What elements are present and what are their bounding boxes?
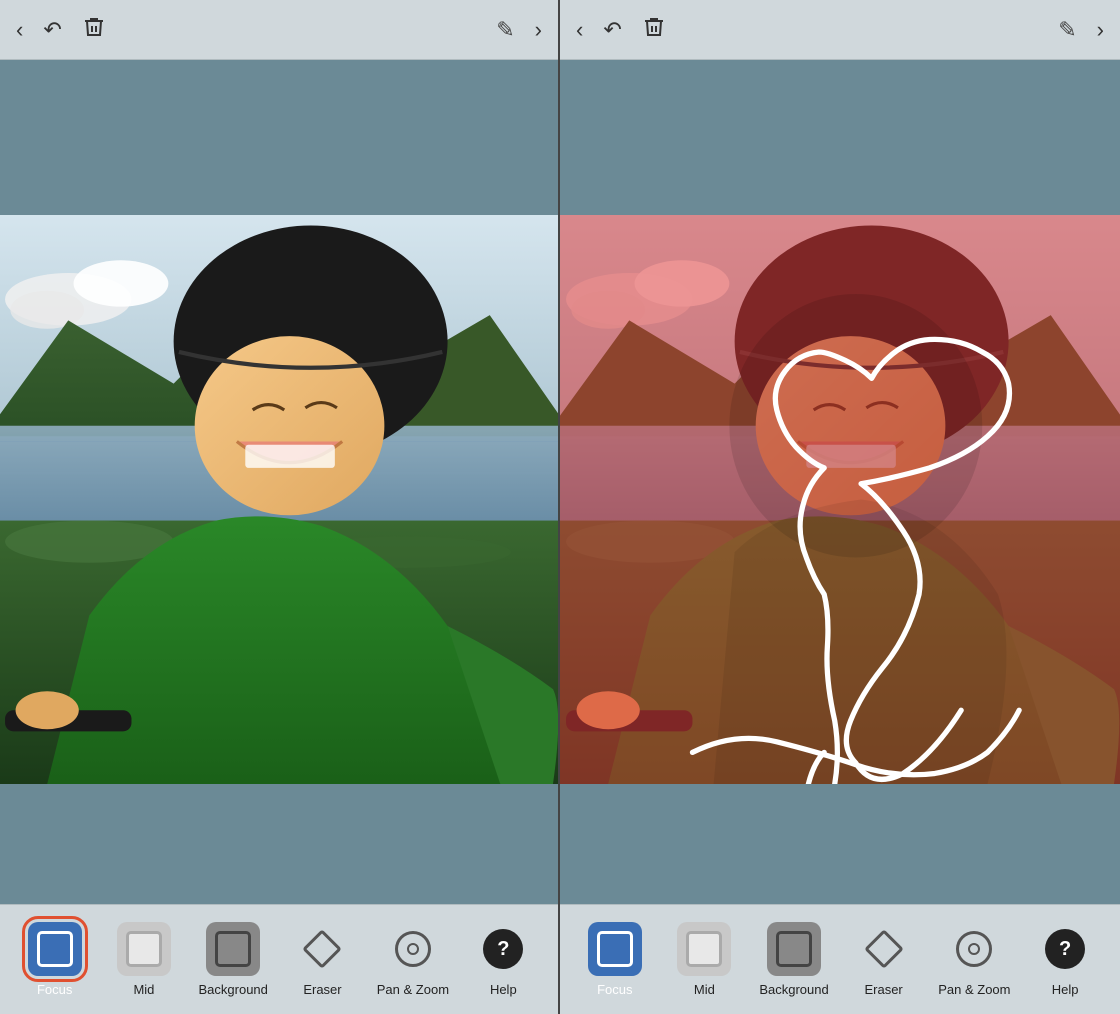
right-background-icon-wrap: [767, 922, 821, 976]
right-back-icon[interactable]: ‹: [576, 17, 583, 43]
right-tool-background[interactable]: Background: [759, 922, 829, 997]
left-mid-square-icon: [126, 931, 162, 967]
left-mid-icon-wrap: [117, 922, 171, 976]
left-help-icon-wrap: ?: [476, 922, 530, 976]
left-mid-label: Mid: [133, 982, 154, 997]
right-mid-icon-wrap: [677, 922, 731, 976]
left-panel: ‹ ↶ ✎ ›: [0, 0, 560, 1014]
right-panzoom-inner-icon: [968, 943, 980, 955]
right-tool-mid[interactable]: Mid: [669, 922, 739, 997]
left-eraser-diamond-icon: [304, 931, 340, 967]
left-toolbar: ‹ ↶ ✎ ›: [0, 0, 558, 60]
right-tool-help[interactable]: ? Help: [1030, 922, 1100, 997]
right-help-icon-wrap: ?: [1038, 922, 1092, 976]
left-pencil-icon[interactable]: ✎: [496, 17, 514, 43]
left-photo-scene: [0, 215, 558, 784]
right-bottom-area: [560, 784, 1120, 904]
left-help-label: Help: [490, 982, 517, 997]
right-focus-label: Focus: [597, 982, 632, 997]
right-panzoom-label: Pan & Zoom: [938, 982, 1010, 997]
left-tool-focus[interactable]: Focus: [20, 922, 90, 997]
right-background-label: Background: [759, 982, 828, 997]
right-tool-focus[interactable]: Focus: [580, 922, 650, 997]
right-tool-panzoom[interactable]: Pan & Zoom: [938, 922, 1010, 997]
left-trash-icon[interactable]: [82, 15, 106, 45]
right-help-label: Help: [1052, 982, 1079, 997]
right-focus-square-icon: [597, 931, 633, 967]
left-tool-eraser[interactable]: Eraser: [287, 922, 357, 997]
left-undo-icon[interactable]: ↶: [43, 17, 61, 43]
left-eraser-icon-wrap: [295, 922, 349, 976]
right-tool-eraser[interactable]: Eraser: [849, 922, 919, 997]
left-scene-svg: [0, 215, 558, 784]
right-eraser-icon-wrap: [857, 922, 911, 976]
left-background-icon-wrap: [206, 922, 260, 976]
right-trash-icon[interactable]: [642, 15, 666, 45]
right-toolbar-right: ✎ ›: [1058, 17, 1104, 43]
left-panzoom-label: Pan & Zoom: [377, 982, 449, 997]
right-panzoom-circle-icon: [956, 931, 992, 967]
right-bottom-toolbar: Focus Mid Background Eraser: [560, 904, 1120, 1014]
right-background-square-icon: [776, 931, 812, 967]
right-photo-scene: [560, 215, 1120, 784]
left-eraser-shape: [303, 929, 343, 969]
left-focus-label: Focus: [37, 982, 72, 997]
right-forward-icon[interactable]: ›: [1097, 17, 1104, 43]
left-toolbar-left: ‹ ↶: [16, 15, 106, 45]
left-tool-help[interactable]: ? Help: [468, 922, 538, 997]
left-focus-square-icon: [37, 931, 73, 967]
left-toolbar-right: ✎ ›: [496, 17, 542, 43]
right-panzoom-icon-wrap: [947, 922, 1001, 976]
left-background-square-icon: [215, 931, 251, 967]
left-bottom-area: [0, 784, 558, 904]
left-forward-icon[interactable]: ›: [535, 17, 542, 43]
right-scene-svg: [560, 215, 1120, 784]
right-mid-label: Mid: [694, 982, 715, 997]
left-tool-background[interactable]: Background: [198, 922, 268, 997]
right-toolbar-left: ‹ ↶: [576, 15, 666, 45]
right-pencil-icon[interactable]: ✎: [1058, 17, 1076, 43]
right-eraser-label: Eraser: [864, 982, 902, 997]
right-panel: ‹ ↶ ✎ ›: [560, 0, 1120, 1014]
left-image-container: [0, 215, 558, 784]
right-eraser-diamond-icon: [866, 931, 902, 967]
left-panzoom-icon-wrap: [386, 922, 440, 976]
left-tool-panzoom[interactable]: Pan & Zoom: [377, 922, 449, 997]
right-help-question-icon: ?: [1045, 929, 1085, 969]
left-tool-mid[interactable]: Mid: [109, 922, 179, 997]
left-help-question-icon: ?: [483, 929, 523, 969]
left-eraser-label: Eraser: [303, 982, 341, 997]
right-undo-icon[interactable]: ↶: [603, 17, 621, 43]
left-panzoom-inner-icon: [407, 943, 419, 955]
left-focus-icon-wrap: [28, 922, 82, 976]
right-toolbar: ‹ ↶ ✎ ›: [560, 0, 1120, 60]
left-panzoom-circle-icon: [395, 931, 431, 967]
right-mid-square-icon: [686, 931, 722, 967]
right-image-container: [560, 215, 1120, 784]
right-focus-icon-wrap: [588, 922, 642, 976]
left-background-label: Background: [199, 982, 268, 997]
left-image-header: [0, 60, 558, 215]
right-eraser-shape: [864, 929, 904, 969]
left-bottom-toolbar: Focus Mid Background Eraser: [0, 904, 558, 1014]
right-image-header: [560, 60, 1120, 215]
left-back-icon[interactable]: ‹: [16, 17, 23, 43]
